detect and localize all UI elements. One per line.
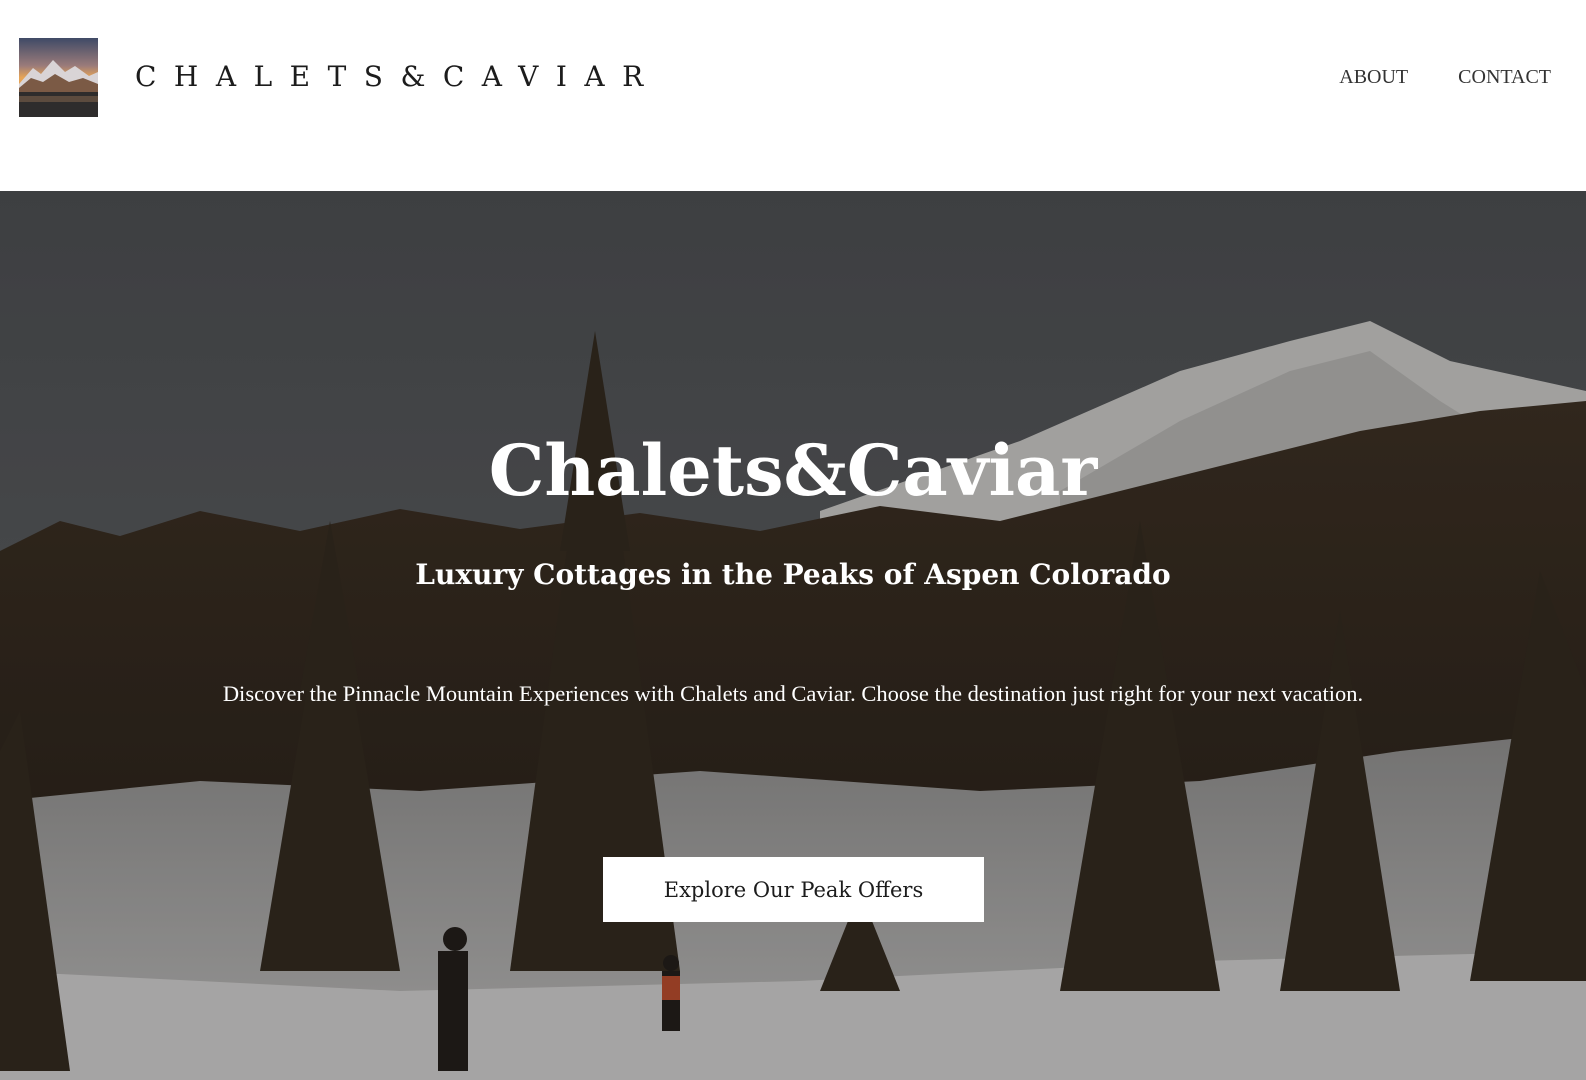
hero-dim-overlay <box>0 191 1586 1080</box>
main-nav: ABOUT CONTACT <box>1339 64 1551 90</box>
logo-image[interactable] <box>19 38 98 117</box>
nav-link-contact[interactable]: CONTACT <box>1458 64 1551 90</box>
brand-wordmark[interactable]: CHALETS&CAVIAR <box>135 58 661 96</box>
hero-title: Chalets&Caviar <box>488 429 1098 512</box>
hero-description: Discover the Pinnacle Mountain Experienc… <box>222 681 1364 706</box>
hero-subtitle: Luxury Cottages in the Peaks of Aspen Co… <box>415 558 1171 591</box>
mountain-lake-icon <box>19 38 98 117</box>
nav-link-about[interactable]: ABOUT <box>1339 64 1408 90</box>
site-header: CHALETS&CAVIAR ABOUT CONTACT <box>0 0 1586 191</box>
explore-offers-button[interactable]: Explore Our Peak Offers <box>603 857 984 922</box>
hero-section: Chalets&Caviar Luxury Cottages in the Pe… <box>0 191 1586 1080</box>
